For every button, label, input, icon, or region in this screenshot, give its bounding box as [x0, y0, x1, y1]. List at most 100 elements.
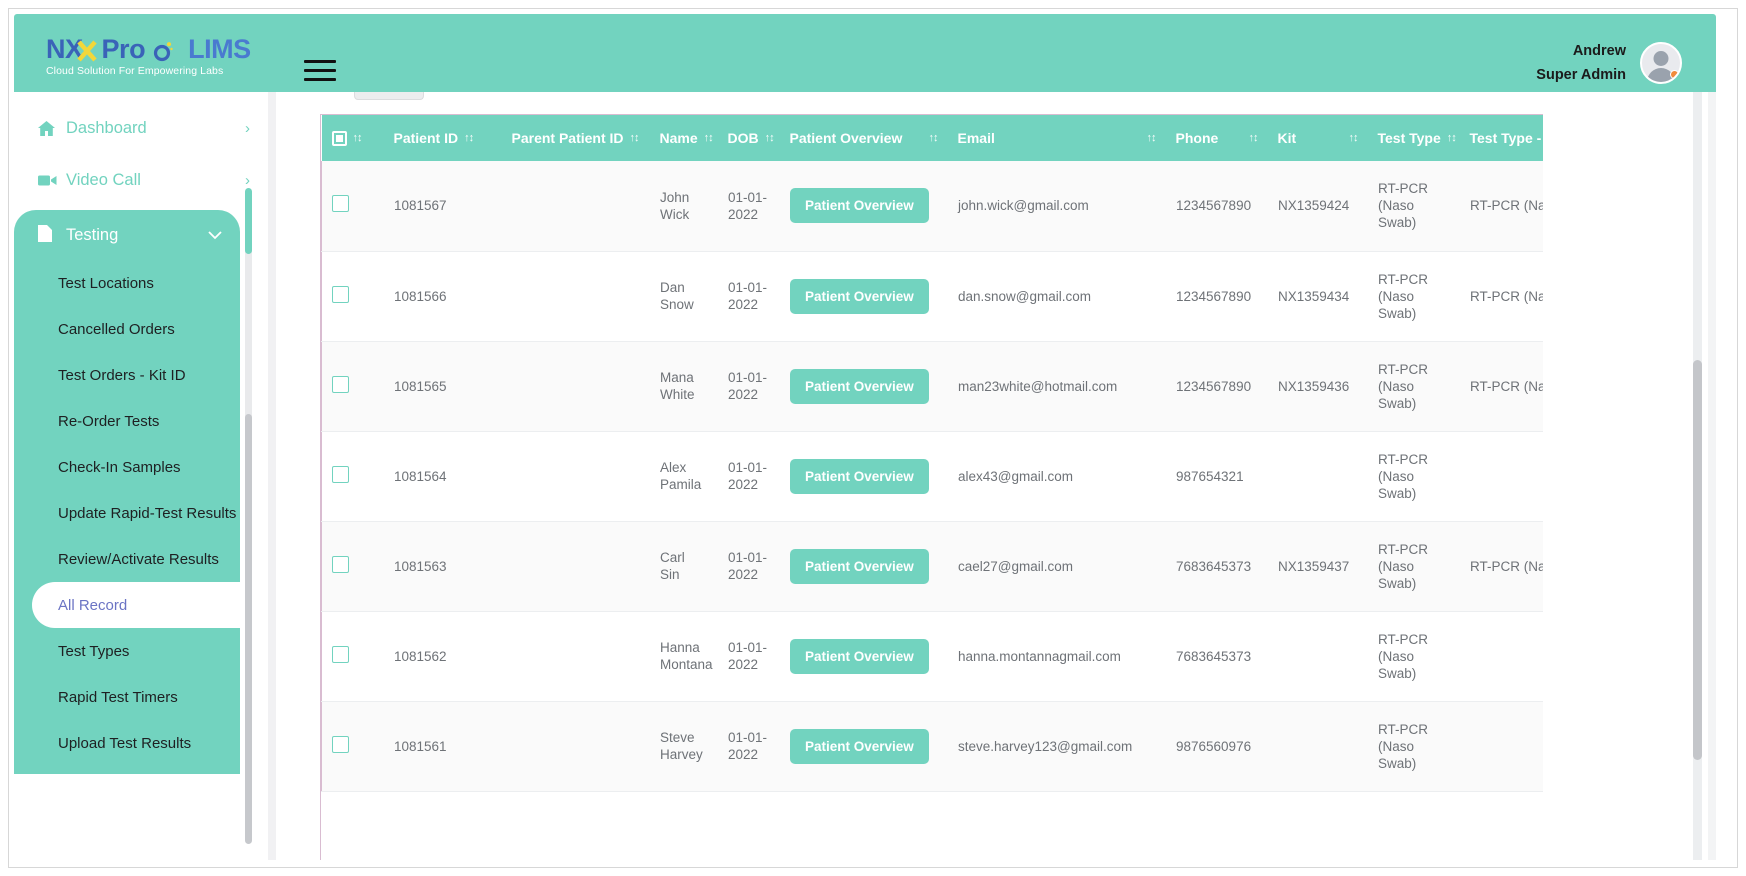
- cell-checkbox[interactable]: [321, 341, 384, 432]
- cell-patient-overview[interactable]: Patient Overview: [779, 701, 948, 792]
- sidebar-item-check-in-samples[interactable]: Check-In Samples: [14, 444, 240, 490]
- sidebar-item-re-order-tests[interactable]: Re-Order Tests: [14, 398, 240, 444]
- app-logo[interactable]: NX Pro LIMS Cloud Solution For Empowerin…: [46, 34, 251, 82]
- row-checkbox[interactable]: [332, 195, 349, 213]
- table-row[interactable]: 1081566 Dan Snow 01-01-2022 Patient Over…: [321, 251, 1543, 342]
- sidebar-item-test-types[interactable]: Test Types: [14, 628, 240, 674]
- table-row[interactable]: 1081564 Alex Pamila 01-01-2022 Patient O…: [321, 431, 1543, 522]
- cell-checkbox[interactable]: [321, 251, 384, 342]
- column-header-kit[interactable]: Kit ↑↕: [1267, 115, 1368, 161]
- patient-overview-button[interactable]: Patient Overview: [790, 728, 929, 764]
- sort-icon[interactable]: ↑↕: [353, 132, 363, 144]
- column-header-parent-patient-id[interactable]: Parent Patient ID ↑↕: [501, 115, 650, 161]
- sort-icon[interactable]: ↑↕: [1349, 132, 1359, 144]
- sidebar-item-video-call[interactable]: Video Call ›: [14, 154, 268, 206]
- patient-overview-button[interactable]: Patient Overview: [790, 638, 929, 674]
- column-header-test-type[interactable]: Test Type ↑↕: [1367, 115, 1460, 161]
- cell-phone: 1234567890: [1165, 161, 1268, 252]
- patient-overview-button[interactable]: Patient Overview: [790, 368, 929, 404]
- logo-text-pro: Pro: [101, 34, 146, 64]
- cell-dob: 01-01-2022: [717, 341, 780, 432]
- cell-patient-overview[interactable]: Patient Overview: [779, 251, 948, 342]
- avatar[interactable]: [1640, 42, 1682, 84]
- table-row[interactable]: 1081562 Hanna Montana 01-01-2022 Patient…: [321, 611, 1543, 702]
- sidebar-item-upload-test-results[interactable]: Upload Test Results: [14, 720, 240, 766]
- sort-icon[interactable]: ↑↕: [765, 132, 775, 144]
- user-profile-area[interactable]: Andrew Super Admin: [1536, 39, 1682, 87]
- cell-test-type-kits: RT-PCR (Naso Swab) -: [1459, 161, 1543, 252]
- cell-kit: [1267, 701, 1368, 792]
- column-header-patient-id[interactable]: Patient ID ↑↕: [383, 115, 502, 161]
- logo-tagline: Cloud Solution For Empowering Labs: [46, 65, 224, 77]
- cell-patient-overview[interactable]: Patient Overview: [779, 611, 948, 702]
- column-label: Patient ID: [393, 130, 459, 146]
- row-checkbox[interactable]: [332, 645, 349, 663]
- cell-patient-id: 1081565: [383, 341, 502, 432]
- cell-phone: 7683645373: [1165, 611, 1268, 702]
- cell-name: Carl Sin: [649, 521, 718, 612]
- sidebar-item-test-locations[interactable]: Test Locations: [14, 260, 240, 306]
- sort-icon[interactable]: ↑↕: [464, 132, 474, 144]
- row-checkbox[interactable]: [332, 555, 349, 573]
- cell-checkbox[interactable]: [321, 701, 384, 792]
- select-all-checkbox[interactable]: [331, 130, 347, 146]
- sort-icon[interactable]: ↑↕: [630, 132, 640, 144]
- column-header-select-all[interactable]: ↑↕: [321, 115, 384, 161]
- cell-checkbox[interactable]: [321, 431, 384, 522]
- document-icon: [38, 224, 64, 246]
- cell-checkbox[interactable]: [321, 611, 384, 702]
- column-header-email[interactable]: Email ↑↕: [947, 115, 1166, 161]
- sidebar-scrollbar-thumb[interactable]: [245, 414, 252, 844]
- column-header-phone[interactable]: Phone ↑↕: [1165, 115, 1268, 161]
- sort-icon[interactable]: ↑↕: [704, 132, 714, 144]
- logo-circle-icon: [145, 34, 181, 64]
- cell-checkbox[interactable]: [321, 161, 384, 252]
- sidebar-subitem-label: Test Orders - Kit ID: [58, 366, 186, 384]
- outer-scrollbar-track[interactable]: [1708, 92, 1716, 860]
- cell-checkbox[interactable]: [321, 521, 384, 612]
- sidebar-subitem-label: Test Locations: [58, 274, 154, 292]
- cell-test-type-kits: [1459, 611, 1543, 702]
- table-row[interactable]: 1081561 Steve Harvey 01-01-2022 Patient …: [321, 701, 1543, 792]
- hamburger-menu-icon[interactable]: [304, 60, 336, 84]
- cell-patient-overview[interactable]: Patient Overview: [779, 161, 948, 252]
- cell-patient-overview[interactable]: Patient Overview: [779, 431, 948, 522]
- sort-icon[interactable]: ↑↕: [1249, 132, 1259, 144]
- cell-patient-overview[interactable]: Patient Overview: [779, 521, 948, 612]
- table-row[interactable]: 1081563 Carl Sin 01-01-2022 Patient Over…: [321, 521, 1543, 612]
- cell-patient-overview[interactable]: Patient Overview: [779, 341, 948, 432]
- sidebar-item-cancelled-orders[interactable]: Cancelled Orders: [14, 306, 240, 352]
- row-checkbox[interactable]: [332, 465, 349, 483]
- patient-overview-button[interactable]: Patient Overview: [790, 188, 929, 224]
- sort-icon[interactable]: ↑↕: [1147, 132, 1157, 144]
- sidebar-item-all-record[interactable]: All Record: [32, 582, 240, 628]
- sort-icon[interactable]: ↑↕: [929, 132, 939, 144]
- logo-wordmark: NX Pro LIMS: [46, 34, 251, 64]
- content-scrollbar-thumb[interactable]: [1693, 360, 1702, 760]
- sort-icon[interactable]: ↑↕: [1447, 132, 1457, 144]
- table-row[interactable]: 1081565 Mana White 01-01-2022 Patient Ov…: [321, 341, 1543, 432]
- patient-overview-button[interactable]: Patient Overview: [790, 458, 929, 494]
- hamburger-bar: [304, 60, 336, 63]
- sidebar-item-test-orders-kit-id[interactable]: Test Orders - Kit ID: [14, 352, 240, 398]
- patient-overview-button[interactable]: Patient Overview: [790, 278, 929, 314]
- patient-overview-button[interactable]: Patient Overview: [790, 548, 929, 584]
- sidebar-item-review-activate-results[interactable]: Review/Activate Results: [14, 536, 240, 582]
- sidebar-item-update-rapid-test-results[interactable]: Update Rapid-Test Results: [14, 490, 240, 536]
- table-row[interactable]: 1081567 John Wick 01-01-2022 Patient Ove…: [321, 161, 1543, 252]
- column-header-name[interactable]: Name ↑↕: [649, 115, 718, 161]
- user-role: Super Admin: [1536, 67, 1626, 83]
- column-header-dob[interactable]: DOB ↑↕: [717, 115, 780, 161]
- row-checkbox[interactable]: [332, 735, 349, 753]
- column-header-patient-overview[interactable]: Patient Overview ↑↕: [779, 115, 948, 161]
- cell-test-type: RT-PCR (Naso Swab): [1367, 431, 1460, 522]
- row-checkbox[interactable]: [332, 375, 349, 393]
- row-checkbox[interactable]: [332, 285, 349, 303]
- column-header-test-type-kits[interactable]: Test Type - Kits: [1459, 115, 1543, 161]
- table-header-row: ↑↕ Patient ID ↑↕ Parent Patient ID ↑↕ Na…: [321, 115, 1543, 161]
- cut-off-toolbar-chip[interactable]: [354, 92, 424, 100]
- sidebar-item-rapid-test-timers[interactable]: Rapid Test Timers: [14, 674, 240, 720]
- sidebar-group-header-testing[interactable]: Testing: [14, 210, 240, 260]
- hamburger-bar: [304, 78, 336, 81]
- sidebar-item-dashboard[interactable]: Dashboard ›: [14, 102, 268, 154]
